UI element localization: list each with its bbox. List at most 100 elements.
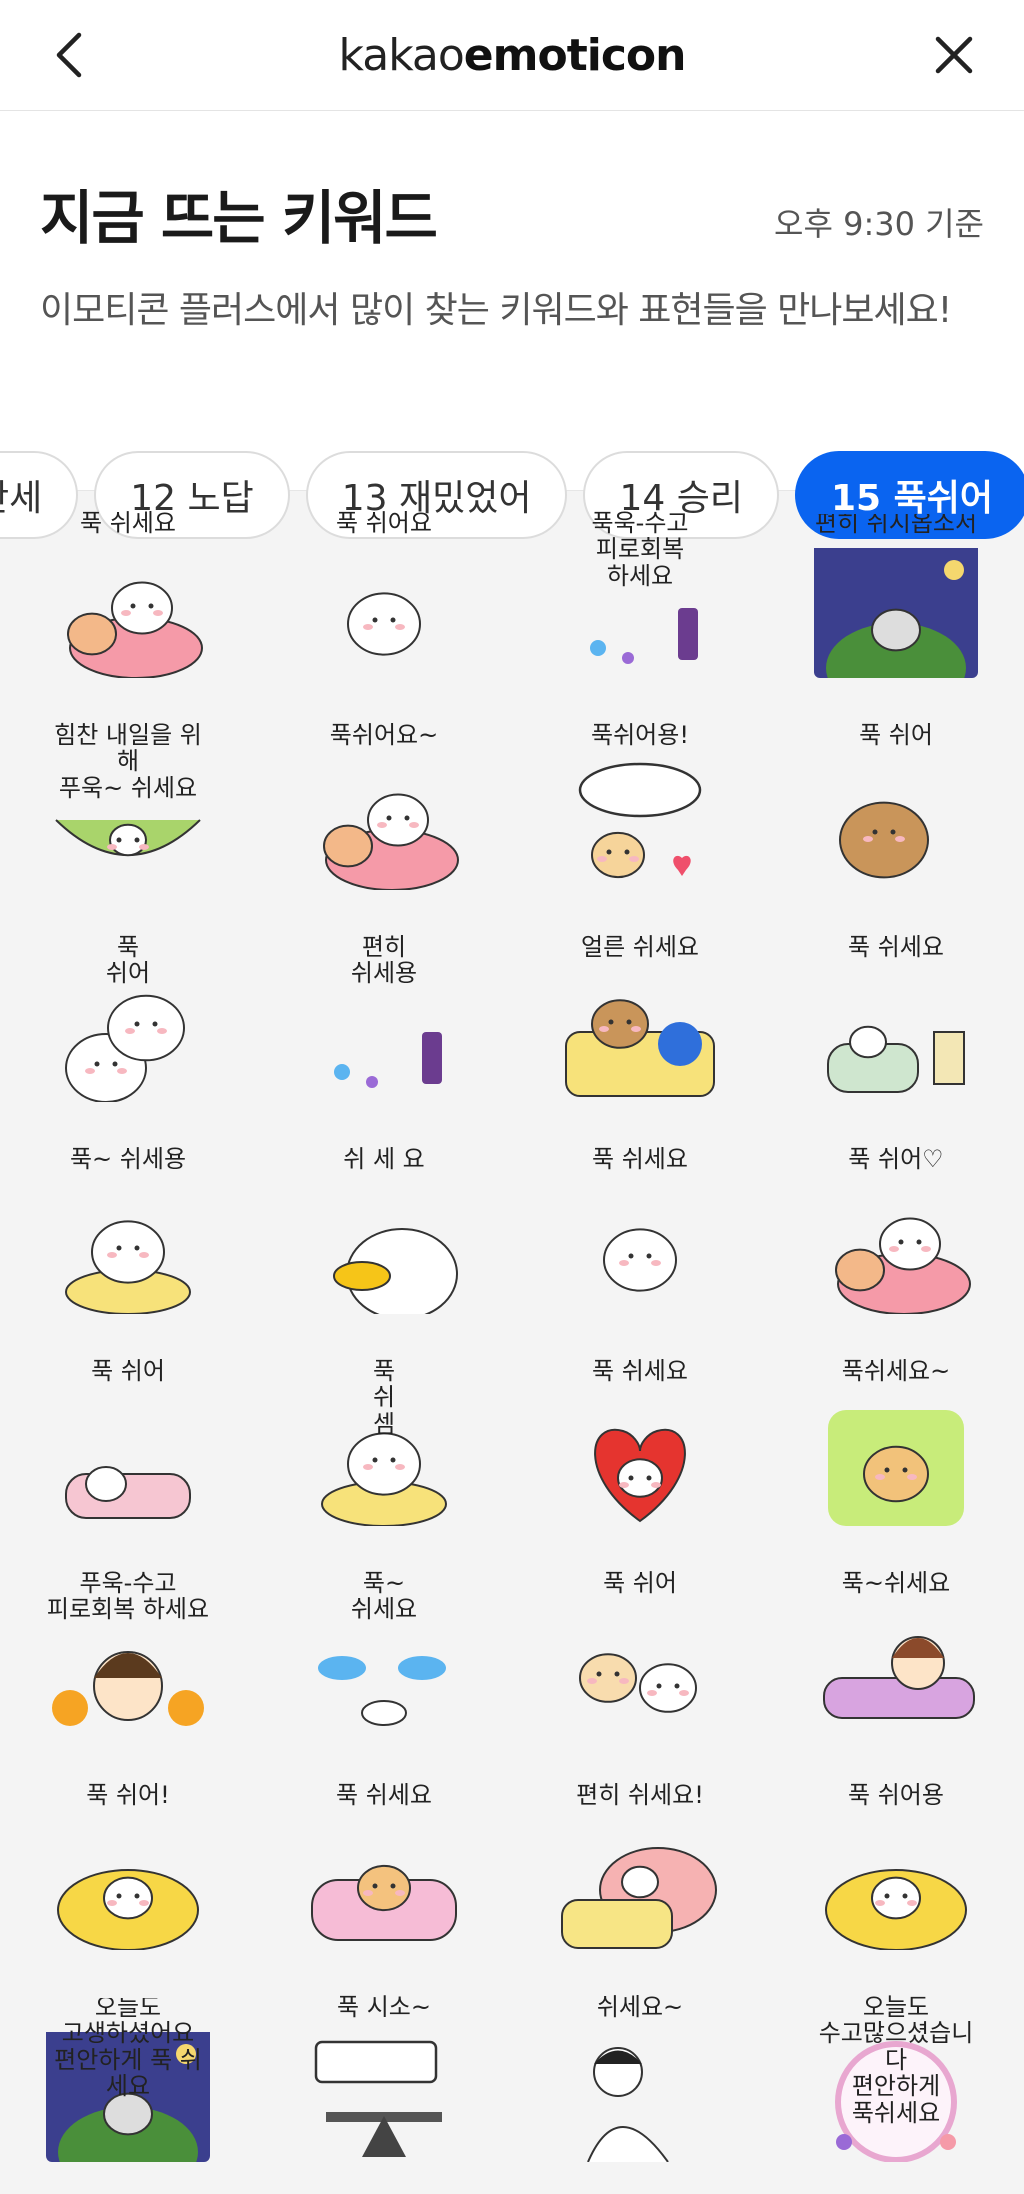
sticker-grid: 푹 쉬세요 푹 쉬어요 푹욱-수고 피로회복 하세요 편히 쉬시옵소서힘찬 내일을 위… xyxy=(0,490,1024,2186)
bear-pillow-illustration xyxy=(835,1217,971,1314)
sticker-item[interactable]: 편히 쉬세요! xyxy=(512,1762,768,1974)
sticker-caption: 푸욱-수고 피로회복 하세요 xyxy=(46,1569,210,1624)
sticker-caption: 푹 쉬어 xyxy=(105,933,151,988)
close-button[interactable] xyxy=(924,25,984,85)
sticker-item[interactable]: 푹 시소~ xyxy=(256,1974,512,2186)
sticker-caption: 푹욱-수고 피로회복 하세요 xyxy=(591,509,689,590)
cat-cushion-illustration xyxy=(825,1869,967,1950)
puppy-cat-illustration xyxy=(579,1653,697,1713)
kakao-emoticon-logo: kakaoemoticon xyxy=(339,29,687,81)
sticker-item[interactable]: 푹 쉬어♡ xyxy=(768,1126,1024,1338)
sticker-item[interactable]: 오늘도 고생하셨어요 편안하게 푹 쉬세요 xyxy=(0,1974,256,2186)
sticker-caption: 푹 쉬어용 xyxy=(848,1781,944,1809)
sticker-item[interactable]: 푹 쉬어 xyxy=(0,1338,256,1550)
sticker-caption: 편히 쉬세요! xyxy=(576,1781,704,1809)
sticker-item[interactable]: 푹 쉬어요 xyxy=(256,490,512,702)
sticker-item[interactable]: 푹 쉬어용 xyxy=(768,1762,1024,1974)
sticker-caption: 푹 쉬어 xyxy=(91,1357,165,1385)
sticker-bear-tea: 푹~ 쉬세용 xyxy=(46,1146,210,1314)
bear-yellow-bed-illustration xyxy=(57,1869,199,1950)
sticker-heart-sleep: 푹 쉬세요 xyxy=(558,1358,722,1526)
sticker-caption: 푹 시소~ xyxy=(337,1993,431,2021)
sticker-item[interactable]: 힘찬 내일을 위해 푸욱~ 쉬세요 xyxy=(0,702,256,914)
bear-green-illustration xyxy=(828,1410,964,1526)
sticker-item[interactable]: 푹 쉬어 xyxy=(0,914,256,1126)
sticker-night-sleeper: 편히 쉬시옵소서 xyxy=(814,514,978,678)
sticker-flower-wreath: 오늘도 수고많으셨습니다 편안하게 푹쉬세요 xyxy=(814,1994,978,2162)
sticker-item[interactable]: 푹 쉬 셈 xyxy=(256,1338,512,1550)
sticker-caption: 쉬 세 요 xyxy=(343,1145,425,1173)
girl-orange-illustration xyxy=(52,1651,204,1726)
sticker-item[interactable]: 푹 쉬세요 xyxy=(768,914,1024,1126)
sticker-clouds: 푹~ 쉬세요 xyxy=(302,1570,466,1738)
close-icon xyxy=(935,36,973,74)
back-button[interactable] xyxy=(40,25,100,85)
bear-blanket-illustration xyxy=(565,999,715,1097)
sticker-item[interactable]: 쉬 세 요 xyxy=(256,1126,512,1338)
sticker-caption: 푹~쉬세요 xyxy=(841,1569,951,1597)
bears-pile-illustration xyxy=(65,994,185,1102)
sticker-night-tea: 오늘도 고생하셨어요 편안하게 푹 쉬세요 xyxy=(46,1998,210,2162)
sticker-text-drink: 푹욱-수고 피로회복 하세요 xyxy=(558,510,722,678)
sticker-puppy-bubble: 푹쉬어용! xyxy=(558,722,722,890)
sticker-bear-small: 푹 쉬세요 xyxy=(558,1146,722,1314)
heart-sleep-illustration xyxy=(594,1428,686,1523)
sticker-item[interactable]: 오늘도 수고많으셨습니다 편안하게 푹쉬세요 xyxy=(768,1974,1024,2186)
sticker-item[interactable]: 푹 쉬세요 xyxy=(512,1126,768,1338)
bear-bed-illustration xyxy=(67,581,203,678)
sticker-bear-yellow-bed: 푹 쉬어! xyxy=(46,1782,210,1950)
sticker-caption: 푹 쉬 셈 xyxy=(372,1357,396,1438)
page-subtitle: 이모티콘 플러스에서 많이 찾는 키워드와 표현들을 만나보세요! xyxy=(40,290,952,331)
sticker-bear-blanket: 얼른 쉬세요 xyxy=(558,934,722,1102)
sticker-item[interactable]: 푹 쉬어! xyxy=(0,1762,256,1974)
sticker-item[interactable]: 푹욱-수고 피로회복 하세요 xyxy=(512,490,768,702)
man-bow-illustration xyxy=(587,2047,669,2162)
sticker-bears-pile: 푹 쉬어 xyxy=(46,934,210,1102)
sticker-item[interactable]: 푹쉬세요~ xyxy=(768,1338,1024,1550)
sticker-item[interactable]: 푸욱-수고 피로회복 하세요 xyxy=(0,1550,256,1762)
sticker-item[interactable]: 쉬세요~ xyxy=(512,1974,768,2186)
cat-bed-illustration xyxy=(311,1864,457,1941)
sticker-item[interactable]: 편히 쉬시옵소서 xyxy=(768,490,1024,702)
sticker-man-bow: 쉬세요~ xyxy=(558,1994,722,2162)
sticker-item[interactable]: 푹쉬어요~ xyxy=(256,702,512,914)
bear-tea-illustration xyxy=(65,1220,191,1314)
rabbit-lamp-illustration xyxy=(827,1025,965,1093)
sticker-item[interactable]: 얼른 쉬세요 xyxy=(512,914,768,1126)
sticker-caption: 푹~ 쉬세요 xyxy=(350,1569,418,1624)
sticker-item[interactable]: 푹~쉬세요 xyxy=(768,1550,1024,1762)
trending-keywords-header: 지금 뜨는 키워드 오후 9:30 기준 이모티콘 플러스에서 많이 찾는 키워… xyxy=(0,111,1024,539)
sticker-text-colorful: 편히 쉬세용 xyxy=(302,934,466,1102)
sticker-caption: 오늘도 수고많으셨습니다 편안하게 푹쉬세요 xyxy=(818,1993,974,2127)
puppy-bubble-illustration xyxy=(578,762,702,879)
sticker-item[interactable]: 푹쉬어용! xyxy=(512,702,768,914)
sticker-caption: 푹 쉬어 xyxy=(859,721,933,749)
sticker-item[interactable]: 푹 쉬어 xyxy=(768,702,1024,914)
sticker-item[interactable]: 푹 쉬세요 xyxy=(256,1762,512,1974)
sticker-bear-cushion: 푹 쉬어요 xyxy=(302,510,466,678)
sticker-hammock: 힘찬 내일을 위해 푸욱~ 쉬세요 xyxy=(46,722,210,890)
chevron-left-icon xyxy=(56,32,82,78)
timestamp: 오후 9:30 기준 xyxy=(774,205,984,243)
sticker-caption: 푹쉬어용! xyxy=(591,721,689,749)
bear-cushion-illustration xyxy=(347,592,421,656)
sticker-caption: 푹~ 쉬세용 xyxy=(69,1145,187,1173)
sticker-item[interactable]: 푹 쉬어 xyxy=(512,1550,768,1762)
sticker-caption: 푹 쉬어! xyxy=(86,1781,170,1809)
sticker-item[interactable]: 푹 쉬세요 xyxy=(512,1338,768,1550)
sticker-item[interactable]: 푹 쉬세요 xyxy=(0,490,256,702)
sticker-caption: 얼른 쉬세요 xyxy=(580,933,700,961)
sticker-item[interactable]: 편히 쉬세용 xyxy=(256,914,512,1126)
sticker-seesaw: 푹 시소~ xyxy=(302,1994,466,2162)
sticker-item[interactable]: 푹~ 쉬세용 xyxy=(0,1126,256,1338)
sticker-caption: 푹쉬세요~ xyxy=(841,1357,951,1385)
sticker-caption: 푹 쉬어♡ xyxy=(848,1145,944,1173)
sticker-caption: 편히 쉬세용 xyxy=(350,933,418,988)
text-colorful-illustration xyxy=(334,1032,442,1088)
seesaw-illustration xyxy=(314,2040,442,2157)
sticker-girl-orange: 푸욱-수고 피로회복 하세요 xyxy=(46,1570,210,1738)
sticker-item[interactable]: 푹~ 쉬세요 xyxy=(256,1550,512,1762)
sticker-strawberry-bed: 편히 쉬세요! xyxy=(558,1782,722,1950)
brand-bold-text: emoticon xyxy=(463,29,687,81)
sticker-duck: 쉬 세 요 xyxy=(302,1146,466,1314)
